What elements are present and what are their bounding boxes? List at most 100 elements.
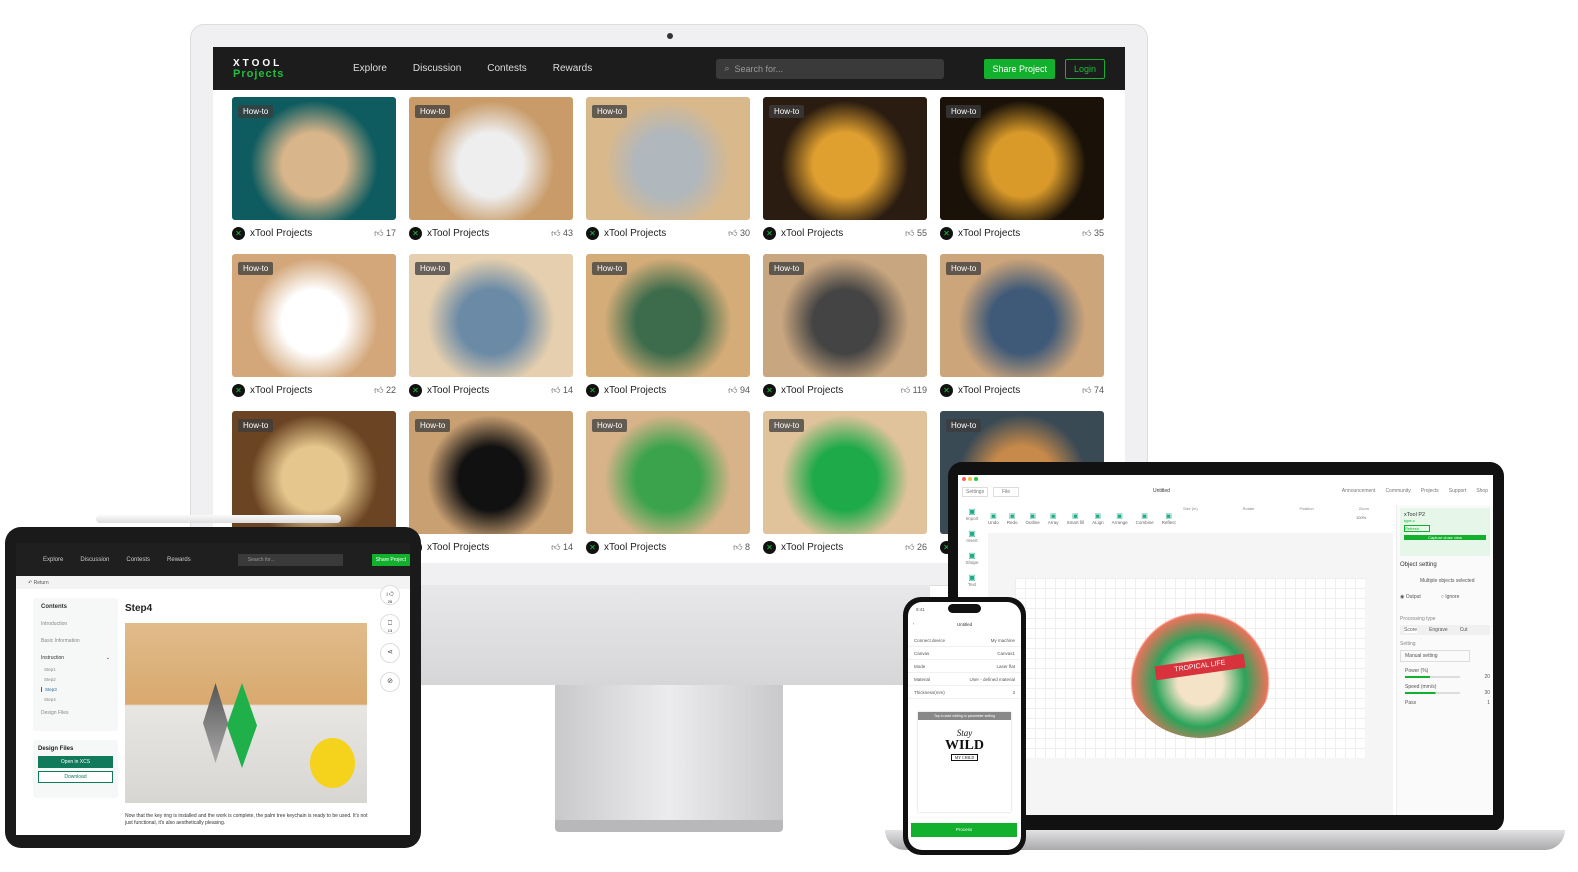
author-name[interactable]: xTool Projects xyxy=(250,228,312,239)
author-avatar[interactable]: ✕ xyxy=(586,226,599,240)
like-count[interactable]: 👍︎ 43 xyxy=(551,228,573,239)
project-card[interactable]: How-to ✕ xTool Projects 👍︎ 119 xyxy=(763,254,927,399)
like-count[interactable]: 👍︎ 74 xyxy=(1082,385,1104,396)
tool-smart-fill[interactable]: ▣ Smart fill xyxy=(1067,512,1085,525)
tab-score[interactable]: Score xyxy=(1404,627,1418,633)
link-community[interactable]: Community xyxy=(1385,488,1410,494)
login-button[interactable]: Login xyxy=(1064,58,1105,79)
project-card[interactable]: How-to ✕xTool Projects 👍︎ 14 xyxy=(409,254,573,399)
nav-discussion[interactable]: Discussion xyxy=(413,63,461,74)
project-thumbnail[interactable]: How-to xyxy=(586,411,750,534)
project-thumbnail[interactable]: How-to xyxy=(586,97,750,220)
author-avatar[interactable]: ✕ xyxy=(763,383,776,397)
toc-introduction[interactable]: Introduction xyxy=(41,621,110,627)
search-input[interactable]: ⌕ Search for... xyxy=(716,58,945,79)
author-name[interactable]: xTool Projects xyxy=(427,228,489,239)
tool-reflect[interactable]: ▣ Reflect xyxy=(1162,512,1176,525)
toc-design-files[interactable]: Design Files xyxy=(41,710,110,716)
author-avatar[interactable]: ✕ xyxy=(409,383,422,397)
tool-text[interactable]: ▣ Text xyxy=(960,573,984,587)
nav-contests[interactable]: Contests xyxy=(126,557,150,563)
pass-input[interactable]: 1 xyxy=(1487,700,1490,706)
project-card[interactable]: How-to ✕ xTool Projects 👍︎ 74 xyxy=(940,254,1104,399)
setting-row[interactable]: Connect device My machine xyxy=(908,634,1021,647)
setting-row[interactable]: Mode Laser flat xyxy=(908,660,1021,673)
window-controls[interactable] xyxy=(962,477,980,483)
setting-row[interactable]: Canvas Canvas1 xyxy=(908,647,1021,660)
author-name[interactable]: xTool Projects xyxy=(781,228,843,239)
tool-combine[interactable]: ▣ Combine xyxy=(1136,512,1154,525)
like-count[interactable]: 👍︎ 26 xyxy=(905,542,927,553)
tool-redo[interactable]: ▣ Redo xyxy=(1007,512,1018,525)
project-thumbnail[interactable]: How-to xyxy=(586,254,750,377)
share-project-button[interactable]: Share Project xyxy=(371,553,410,566)
author-avatar[interactable]: ✕ xyxy=(940,383,953,397)
author-name[interactable]: xTool Projects xyxy=(604,385,666,396)
author-avatar[interactable]: ✕ xyxy=(940,226,953,240)
author-avatar[interactable]: ✕ xyxy=(232,383,245,397)
link-announcement[interactable]: Announcement xyxy=(1342,488,1376,494)
project-thumbnail[interactable]: How-to xyxy=(232,97,396,220)
project-card[interactable]: How-to ✕ xTool Projects 👍︎ 94 xyxy=(586,254,750,399)
project-card[interactable]: How-to ✕xTool Projects 👍︎ 14 xyxy=(409,411,573,556)
search-input[interactable]: Search for... xyxy=(237,553,343,566)
compass-button[interactable]: ⊘ xyxy=(380,672,400,692)
project-thumbnail[interactable]: How-to xyxy=(409,254,573,377)
author-name[interactable]: xTool Projects xyxy=(427,385,489,396)
link-shop[interactable]: Shop xyxy=(1476,488,1488,494)
tool-undo[interactable]: ▣ Undo xyxy=(988,512,999,525)
project-card[interactable]: How-to ✕ xTool Projects 👍︎ 8 xyxy=(586,411,750,556)
ignore-radio[interactable]: ○ Ignore xyxy=(1441,594,1460,600)
author-name[interactable]: xTool Projects xyxy=(604,228,666,239)
return-link[interactable]: ↶ Return xyxy=(16,576,410,589)
author-avatar[interactable]: ✕ xyxy=(586,383,599,397)
author-name[interactable]: xTool Projects xyxy=(250,385,312,396)
setting-row[interactable]: Thickness(mm) 3 xyxy=(908,686,1021,699)
project-thumbnail[interactable]: How-to xyxy=(232,254,396,377)
author-name[interactable]: xTool Projects xyxy=(958,385,1020,396)
output-radio[interactable]: ◉ Output xyxy=(1400,594,1421,600)
like-count[interactable]: 👍︎ 94 xyxy=(728,385,750,396)
file-tab[interactable]: File xyxy=(993,487,1020,497)
project-thumbnail[interactable]: How-to xyxy=(940,97,1104,220)
share-project-button[interactable]: Share Project xyxy=(984,58,1055,79)
author-name[interactable]: xTool Projects xyxy=(604,542,666,553)
nav-explore[interactable]: Explore xyxy=(353,63,387,74)
tool-align[interactable]: ▣ ALign xyxy=(1092,512,1104,525)
toc-basic-information[interactable]: Basic Information xyxy=(41,638,110,644)
tool-import[interactable]: ▣ Import xyxy=(960,507,984,521)
project-card[interactable]: How-to ✕ xTool Projects 👍︎ 17 xyxy=(232,97,396,242)
project-thumbnail[interactable]: How-to xyxy=(409,97,573,220)
like-count[interactable]: 👍︎ 8 xyxy=(733,542,750,553)
capture-button[interactable]: Capture close view xyxy=(1404,535,1486,540)
author-name[interactable]: xTool Projects xyxy=(958,228,1020,239)
speed-input[interactable]: 30 xyxy=(1484,690,1490,696)
preview-card[interactable]: Tap to start editing or parameter settin… xyxy=(918,712,1011,812)
project-thumbnail[interactable]: How-to xyxy=(763,254,927,377)
project-thumbnail[interactable]: How-to xyxy=(409,411,573,534)
author-avatar[interactable]: ✕ xyxy=(763,226,776,240)
project-thumbnail[interactable]: How-to xyxy=(763,97,927,220)
power-input[interactable]: 20 xyxy=(1484,674,1490,680)
project-thumbnail[interactable]: How-to xyxy=(940,254,1104,377)
author-avatar[interactable]: ✕ xyxy=(586,540,599,554)
toc-step4[interactable]: Step4 xyxy=(44,697,110,702)
toc-instruction[interactable]: Instruction ⌄ xyxy=(41,655,110,661)
logo[interactable]: XTOOL Projects xyxy=(233,58,353,80)
like-count[interactable]: 👍︎ 35 xyxy=(1082,228,1104,239)
author-avatar[interactable]: ✕ xyxy=(763,540,776,554)
tool-insert[interactable]: ▣ Insert xyxy=(960,529,984,543)
nav-rewards[interactable]: Rewards xyxy=(167,557,191,563)
author-name[interactable]: xTool Projects xyxy=(781,385,843,396)
back-icon[interactable]: ‹ xyxy=(913,621,915,626)
setting-select[interactable]: Manual setting xyxy=(1400,650,1470,662)
share-button[interactable]: ⋖ xyxy=(380,643,400,663)
nav-contests[interactable]: Contests xyxy=(487,63,526,74)
tool-array[interactable]: ▣ Array xyxy=(1048,512,1059,525)
project-thumbnail[interactable]: How-to xyxy=(763,411,927,534)
refresh-button[interactable]: Refresh xyxy=(1404,525,1430,532)
settings-tab[interactable]: Settings xyxy=(962,487,989,497)
author-avatar[interactable]: ✕ xyxy=(409,226,422,240)
nav-rewards[interactable]: Rewards xyxy=(553,63,592,74)
like-count[interactable]: 👍︎ 30 xyxy=(728,228,750,239)
